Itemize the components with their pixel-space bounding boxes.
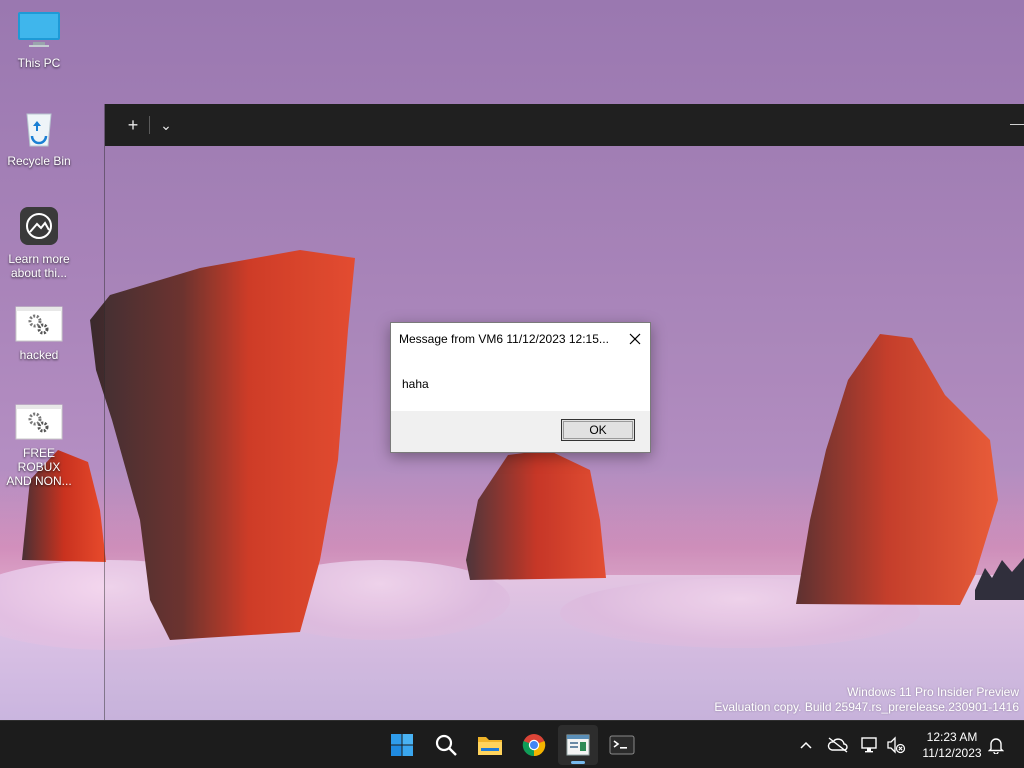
evaluation-watermark: Windows 11 Pro Insider Preview Evaluatio… xyxy=(714,685,1019,715)
watermark-line-1: Windows 11 Pro Insider Preview xyxy=(847,685,1019,699)
cloud-off-icon xyxy=(827,737,848,753)
desktop-icon-label: hacked xyxy=(19,348,59,362)
dialog-titlebar[interactable]: Message from VM6 11/12/2023 12:15... xyxy=(391,323,650,355)
volume-muted-icon xyxy=(887,736,906,754)
new-tab-button[interactable]: + xyxy=(117,104,149,146)
desktop-icon-learn-more[interactable]: Learn more about thi... xyxy=(4,206,74,280)
onedrive-tray-button[interactable] xyxy=(826,733,850,757)
file-explorer-icon xyxy=(478,737,502,755)
desktop-icon-this-pc[interactable]: This PC xyxy=(4,10,74,70)
start-icon xyxy=(391,734,413,756)
clock-time: 12:23 AM xyxy=(926,730,978,744)
desktop-icon-label: This PC xyxy=(17,56,61,70)
message-dialog[interactable]: Message from VM6 11/12/2023 12:15... hah… xyxy=(390,322,651,453)
watermark-line-2: Evaluation copy. Build 25947.rs_prerelea… xyxy=(714,700,1019,714)
taskbar-chrome[interactable] xyxy=(514,725,554,765)
learn-more-icon xyxy=(20,207,58,245)
message-app-icon xyxy=(566,734,590,756)
dialog-title: Message from VM6 11/12/2023 12:15... xyxy=(399,332,609,346)
dialog-footer: OK xyxy=(391,411,650,452)
system-clock[interactable]: 12:23 AM 11/12/2023 xyxy=(916,729,988,761)
recycle-bin-icon xyxy=(26,113,52,147)
desktop-icon-label: FREE ROBUX AND NON... xyxy=(6,446,72,488)
volume-tray-button[interactable] xyxy=(884,733,908,757)
start-button[interactable] xyxy=(382,725,422,765)
search-icon xyxy=(435,734,457,756)
show-hidden-icons-button[interactable] xyxy=(794,733,818,757)
network-tray-button[interactable] xyxy=(858,733,882,757)
bell-icon xyxy=(988,738,1004,754)
desktop-icon-label: Recycle Bin xyxy=(7,154,71,168)
close-icon xyxy=(629,333,641,345)
minimize-button[interactable]: — xyxy=(1010,104,1024,146)
settings-gear-icon xyxy=(15,404,63,440)
tab-dropdown-button[interactable]: ⌄ xyxy=(150,104,182,146)
desktop-icon-free-robux[interactable]: FREE ROBUX AND NON... xyxy=(4,404,74,488)
clock-date: 11/12/2023 xyxy=(922,746,982,760)
taskbar-message-app[interactable] xyxy=(558,725,598,765)
terminal-icon xyxy=(609,735,635,755)
chevron-up-icon xyxy=(800,741,812,749)
network-icon xyxy=(861,737,877,753)
chrome-icon xyxy=(522,734,546,757)
desktop-icon-hacked[interactable]: hacked xyxy=(4,306,74,362)
taskbar-terminal[interactable] xyxy=(602,725,642,765)
notifications-button[interactable] xyxy=(984,733,1008,757)
taskbar: 12:23 AM 11/12/2023 xyxy=(0,720,1024,768)
dialog-message: haha xyxy=(402,377,429,391)
taskbar-search-button[interactable] xyxy=(426,725,466,765)
desktop-icon-label: Learn more about thi... xyxy=(8,252,70,280)
desktop-icon-recycle-bin[interactable]: Recycle Bin xyxy=(4,108,74,168)
settings-gear-icon xyxy=(15,306,63,342)
taskbar-file-explorer[interactable] xyxy=(470,725,510,765)
terminal-titlebar[interactable]: + ⌄ — xyxy=(105,104,1024,146)
dialog-close-button[interactable] xyxy=(620,324,650,354)
ok-button[interactable]: OK xyxy=(561,419,635,441)
monitor-icon xyxy=(18,12,60,47)
